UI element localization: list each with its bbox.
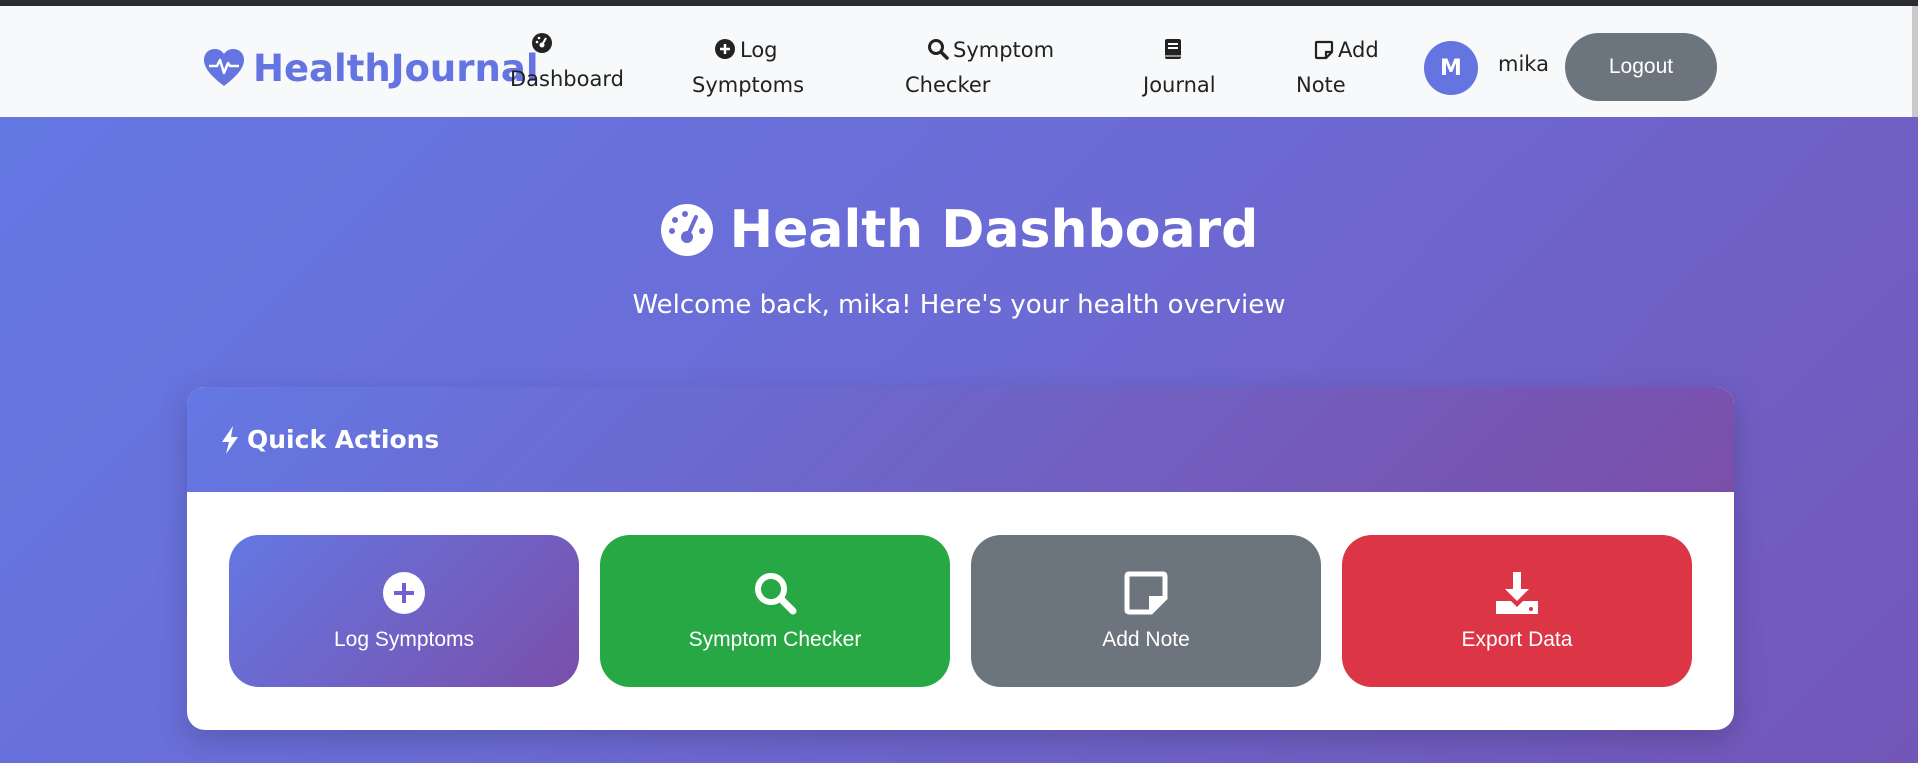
symptom-checker-button[interactable]: Symptom Checker [600, 535, 950, 687]
search-icon [755, 573, 797, 615]
add-note-button[interactable]: Add Note [971, 535, 1321, 687]
plus-circle-icon [383, 572, 425, 614]
nav-dashboard-label: Dashboard [510, 67, 624, 91]
nav-log-symptoms-line2: Symptoms [692, 73, 805, 97]
nav-symptom-checker-line2: Checker [905, 73, 991, 97]
heart-pulse-icon [204, 49, 244, 86]
brand[interactable]: HealthJournal [203, 42, 539, 94]
book-icon [1165, 39, 1181, 59]
gauge-icon [532, 33, 552, 53]
nav-add-note[interactable]: Add Note [1296, 33, 1379, 103]
log-symptoms-label: Log Symptoms [333, 628, 475, 651]
add-note-label: Add Note [1102, 628, 1190, 651]
search-icon [928, 39, 949, 60]
export-data-label: Export Data [1461, 628, 1573, 651]
page-subtitle: Welcome back, mika! Here's your health o… [632, 290, 1286, 320]
navbar: HealthJournal Dashboard Log Symptoms Sym… [0, 6, 1918, 117]
download-icon [1496, 572, 1538, 614]
note-icon [1124, 571, 1168, 615]
page-title: Health Dashboard [0, 200, 1918, 260]
nav-log-symptoms-line1: Log [740, 38, 778, 62]
nav-add-note-line1: Add [1338, 38, 1379, 62]
page-title-text: Health Dashboard [729, 200, 1259, 260]
export-data-button[interactable]: Export Data [1342, 535, 1692, 687]
plus-circle-icon [715, 39, 735, 59]
nav-add-note-line2: Note [1296, 73, 1346, 97]
nav-symptom-checker[interactable]: Symptom Checker [905, 33, 1054, 103]
quick-actions-header: Quick Actions [187, 387, 1734, 492]
gauge-icon [660, 204, 713, 256]
note-icon [1314, 40, 1334, 60]
quick-actions-title: Quick Actions [247, 425, 440, 454]
bolt-icon [222, 425, 238, 454]
avatar[interactable]: M [1424, 41, 1478, 95]
symptom-checker-label: Symptom Checker [688, 628, 862, 651]
brand-name: HealthJournal [253, 46, 539, 90]
log-symptoms-button[interactable]: Log Symptoms [229, 535, 579, 687]
nav-symptom-checker-line1: Symptom [953, 38, 1055, 62]
logout-button[interactable]: Logout [1565, 33, 1717, 101]
nav-dashboard[interactable]: Dashboard [510, 27, 624, 97]
nav-log-symptoms[interactable]: Log Symptoms [692, 33, 804, 103]
nav-journal-label: Journal [1143, 73, 1216, 97]
quick-actions-card: Quick Actions Log Symptoms Symptom Check… [187, 387, 1734, 730]
username: mika [1498, 52, 1549, 76]
nav-journal[interactable]: Journal [1143, 33, 1216, 103]
